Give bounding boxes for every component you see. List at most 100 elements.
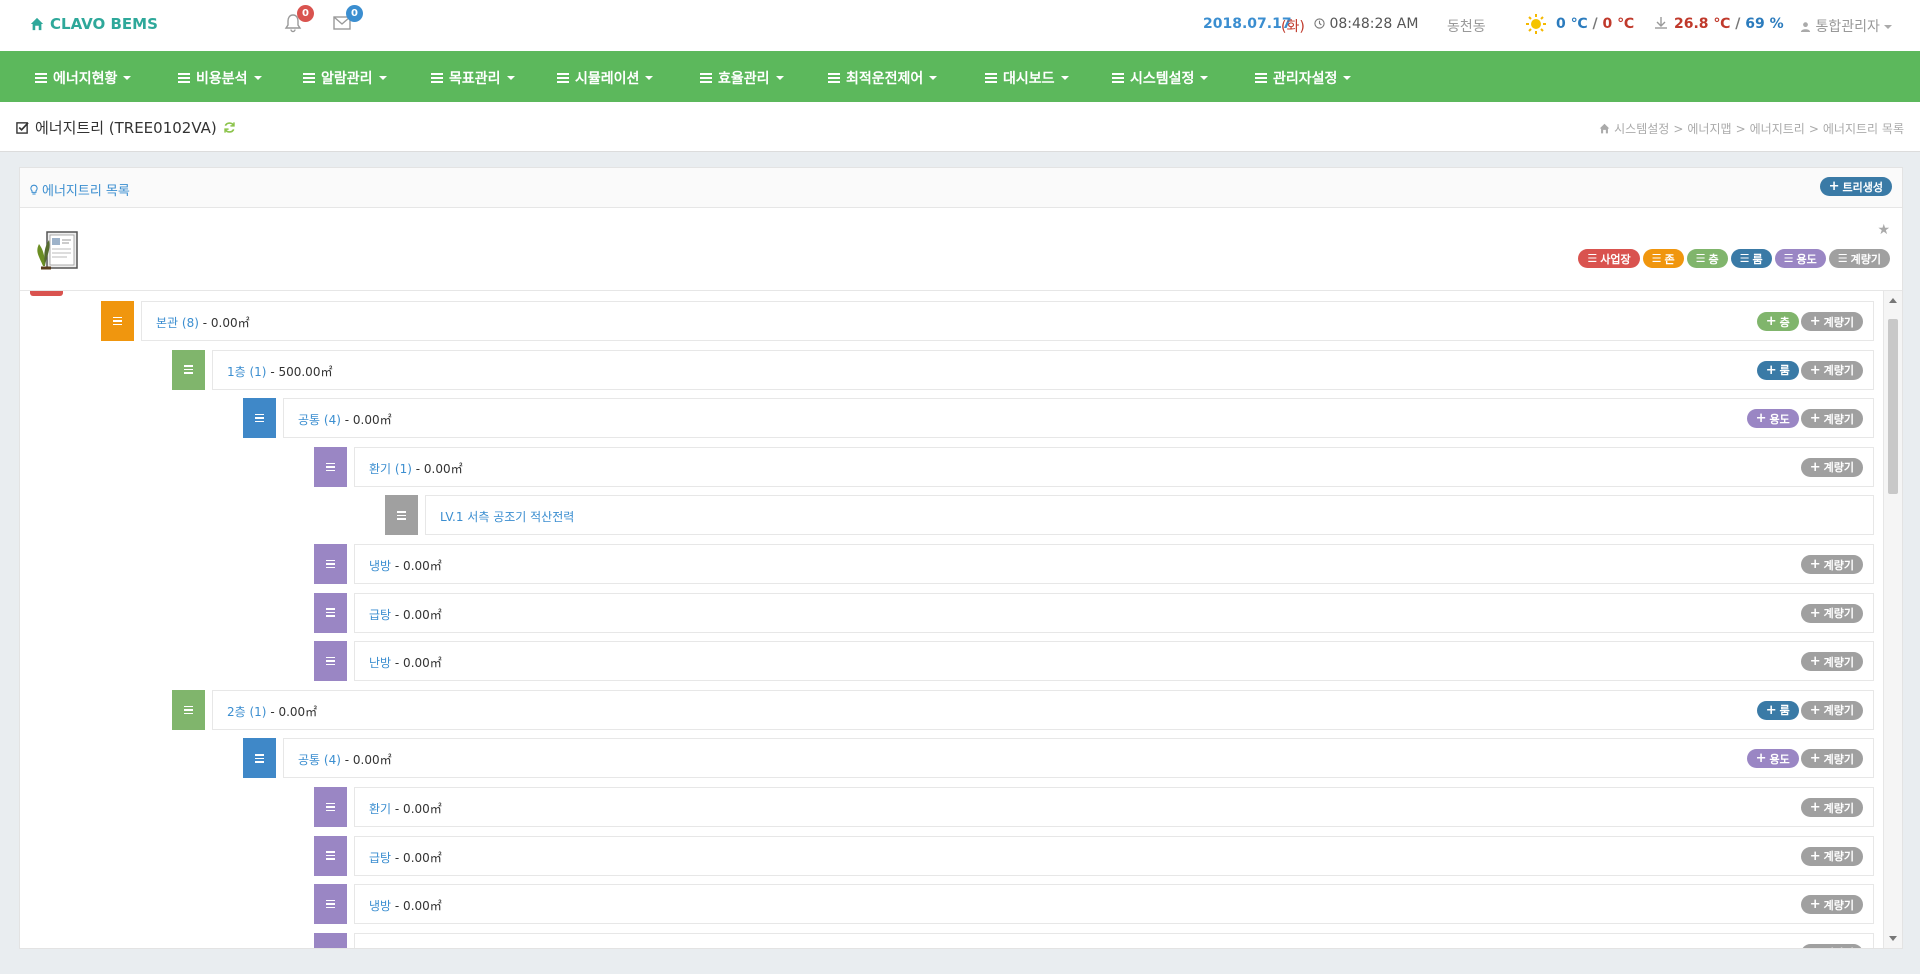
star-icon[interactable]: ★ [1877,222,1890,238]
add-room-button[interactable]: + 룸 [1756,360,1799,380]
node-menu-icon[interactable] [172,349,205,390]
tree-node-name[interactable]: 급탕 [369,851,391,865]
add-meter-button[interactable]: +계량기 [1800,312,1863,331]
tree-node-label: LV.1 서측 공조기 적산전력 [440,508,574,525]
legend-site: ☰ 사업장 [1578,249,1640,268]
tree-node-usage: 냉방 - 0.00㎡ + 계량기 [314,544,1874,584]
add-meter-button[interactable]: +계량기 [1800,700,1863,720]
node-menu-icon[interactable] [101,301,134,341]
add-meter-button[interactable]: +계량기 [1800,409,1863,429]
nav-admin-settings[interactable]: 관리자설정 [1255,68,1352,88]
add-meter-button[interactable]: +계량기 [1800,603,1863,623]
add-meter-button[interactable]: +계량기 [1800,895,1863,915]
tree-node-name[interactable]: 공통 (4) [298,413,341,427]
add-meter-button[interactable]: +계량기 [1800,555,1863,574]
user-menu[interactable]: 통합관리자 [1800,16,1893,36]
add-meter-button[interactable]: +계량기 [1800,360,1863,380]
add-meter-button[interactable]: +계량기 [1800,652,1863,672]
tree-node-actions: + 룸 + 계량기 [1756,360,1863,380]
add-meter-button[interactable]: +계량기 [1800,798,1863,817]
tree-node-area: - 0.00㎡ [340,753,392,768]
nav-label: 대시보드 [1003,71,1055,87]
nav-dashboard[interactable]: 대시보드 [985,68,1069,88]
plus-icon: + [1809,848,1821,864]
site-image-icon [37,231,78,270]
brand-link[interactable]: CLAVO BEMS [30,15,158,33]
message-notification[interactable]: 0 [332,5,363,37]
tree-node-name[interactable]: 환기 (1) [369,462,412,476]
legend-label: 층 [1708,252,1719,266]
tree-node-name[interactable]: 공통 (4) [298,753,341,767]
current-time: 08:48:28 AM [1314,16,1418,32]
scroll-thumb[interactable] [1888,319,1898,494]
nav-cost-analysis[interactable]: 비용분석 [178,68,262,88]
node-menu-icon[interactable] [243,738,276,779]
add-usage-button[interactable]: + 용도 [1746,749,1799,769]
plus-icon: + [1809,557,1821,572]
nav-system-settings[interactable]: 시스템설정 [1112,68,1209,88]
tree-node-name[interactable]: 급탕 [369,608,391,622]
node-menu-icon[interactable] [385,495,418,536]
tree-node-name[interactable]: 1층 (1) [227,365,267,379]
node-menu-icon[interactable] [243,398,276,439]
tree-node-label: 급탕 - 0.00㎡ [369,849,442,866]
breadcrumb-separator: > [1808,121,1819,136]
node-menu-icon[interactable] [314,932,347,948]
refresh-icon[interactable] [223,121,236,134]
add-meter-button[interactable]: +계량기 [1800,749,1863,769]
create-tree-label: 트리생성 [1842,180,1883,194]
breadcrumb-current: 에너지트리 목록 [1822,122,1904,136]
node-menu-icon[interactable] [314,446,347,487]
tree-node-area: - 0.00㎡ [391,802,442,816]
nav-energy-status[interactable]: 에너지현황 [35,68,132,88]
node-menu-icon[interactable] [172,689,205,730]
tree-node-name[interactable]: 냉방 [369,899,391,913]
tree-node-name[interactable]: 2층 (1) [227,705,267,719]
plus-icon: + [1755,751,1767,767]
menu-icon [985,73,997,83]
nav-simulation[interactable]: 시뮬레이션 [557,68,654,88]
nav-target-management[interactable]: 목표관리 [431,68,515,88]
nav-optimal-control[interactable]: 최적운전제어 [828,68,938,88]
tree-node-box: 2층 (1) - 0.00㎡ + 룸 + 계량기 [212,689,1874,730]
scroll-up-arrow[interactable] [1889,298,1897,303]
add-floor-button[interactable]: + 층 [1756,312,1799,331]
list-icon: ☰ [1783,252,1794,265]
tree-node-name[interactable]: 난방 [369,656,391,670]
alarm-notification[interactable]: 0 [283,5,314,37]
create-tree-button[interactable]: + 트리생성 [1819,177,1892,196]
node-menu-icon[interactable] [314,641,347,682]
add-meter-button[interactable]: +계량기 [1800,846,1863,866]
tree-node-label: 냉방 - 0.00㎡ [369,557,442,574]
tree-node-name[interactable]: 냉방 [369,559,391,573]
tree-toolbar: ★ ☰ 사업장 ☰ 존 ☰ 층 ☰ 룸 ☰ 용도 ☰ 계량기 [20,208,1902,291]
add-meter-button[interactable]: +계량기 [1800,943,1863,948]
nav-alarm-management[interactable]: 알람관리 [303,68,387,88]
node-menu-icon[interactable] [314,544,347,584]
node-menu-icon[interactable] [314,835,347,876]
add-usage-button[interactable]: + 용도 [1746,409,1799,429]
tree-node-name[interactable]: 본관 (8) [156,316,199,330]
tree-scrollbar[interactable] [1883,291,1902,948]
scroll-down-arrow[interactable] [1889,936,1897,941]
caret-down-icon [1060,76,1069,80]
breadcrumb-item[interactable]: 에너지트리 [1750,120,1805,137]
breadcrumb-item[interactable]: 시스템설정 [1614,120,1669,137]
tree-node-name[interactable]: LV.1 서측 공조기 적산전력 [440,510,574,524]
breadcrumb-item[interactable]: 에너지맵 [1687,120,1731,137]
tree-node-meter: LV.1 서측 공조기 적산전력 [385,495,1874,536]
nav-label: 시뮬레이션 [575,71,640,87]
node-menu-icon[interactable] [314,787,347,827]
plus-icon: + [1809,605,1821,621]
nav-efficiency-management[interactable]: 효율관리 [700,68,784,88]
node-menu-icon[interactable] [314,884,347,925]
node-menu-icon[interactable] [314,592,347,633]
add-room-button[interactable]: + 룸 [1756,700,1799,720]
legend-meter: ☰ 계량기 [1828,249,1890,268]
add-meter-button[interactable]: +계량기 [1800,457,1863,477]
list-icon: ☰ [1695,252,1706,265]
add-button-label: 룸 [1779,364,1790,378]
time-value: 08:48:28 AM [1329,16,1419,32]
tree-node-name[interactable]: 환기 [369,802,391,816]
nav-label: 관리자설정 [1273,71,1338,87]
